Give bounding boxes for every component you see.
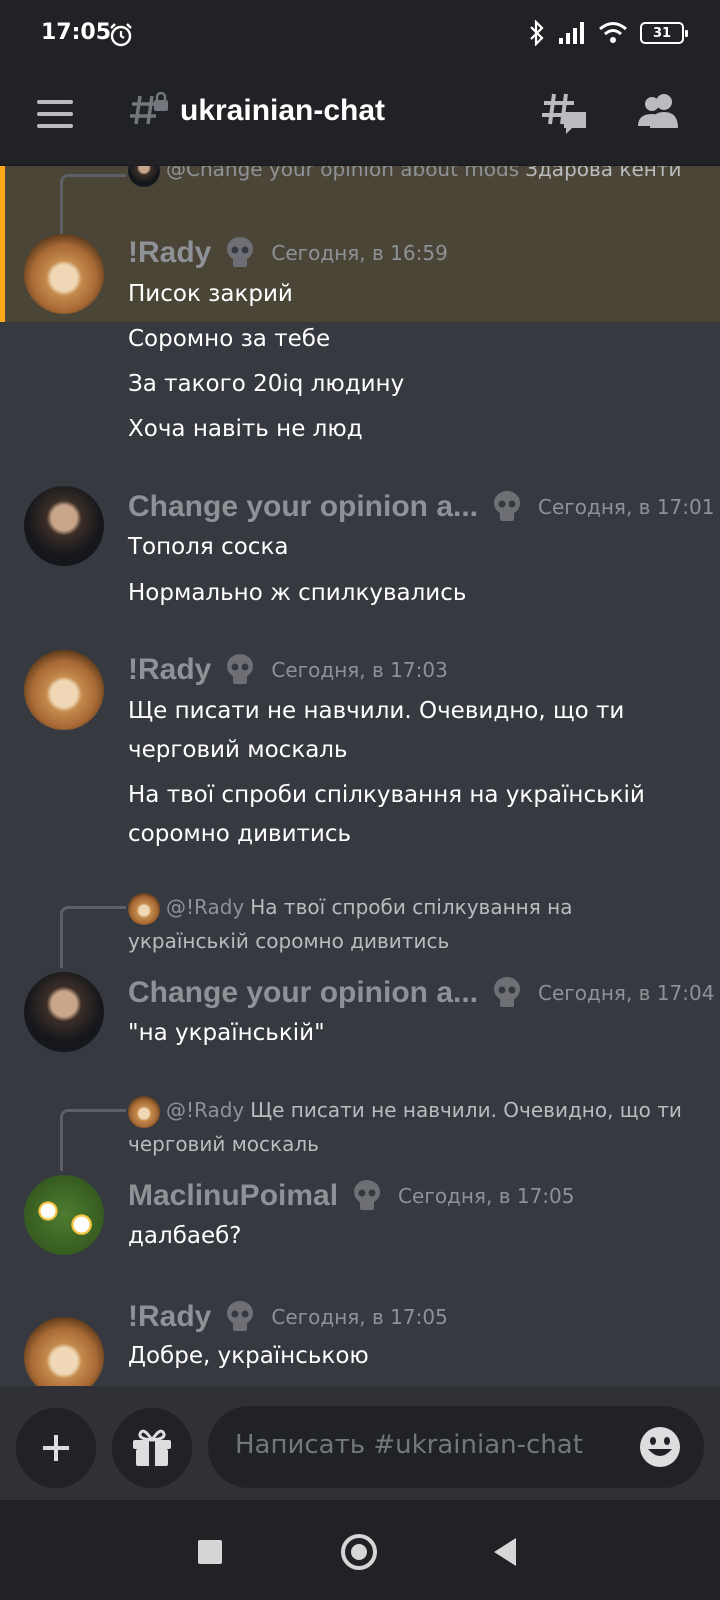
- message-header: Change your opinion a... Сегодня, в 17:0…: [128, 976, 714, 1010]
- username[interactable]: !Rady: [128, 653, 211, 687]
- avatar[interactable]: [24, 486, 104, 566]
- message-text: На твої спроби спілкування на українські…: [128, 782, 645, 847]
- reply-connector: [60, 174, 126, 234]
- gift-button[interactable]: [112, 1408, 192, 1488]
- message-header: Change your opinion a... Сегодня, в 17:0…: [128, 490, 714, 524]
- reply-connector: [60, 906, 126, 968]
- avatar: [128, 1095, 160, 1128]
- message-text: "на українській": [128, 1020, 325, 1046]
- add-attachment-button[interactable]: [16, 1408, 96, 1488]
- reply-preview[interactable]: @!Rady На твої спроби спілкування на укра…: [128, 891, 688, 958]
- skull-icon: [227, 1301, 254, 1331]
- skull-icon: [227, 237, 254, 267]
- message-text: Добре, українською: [128, 1343, 369, 1369]
- hamburger-icon[interactable]: [37, 100, 73, 128]
- avatar[interactable]: [24, 1175, 104, 1255]
- username[interactable]: !Rady: [128, 236, 211, 270]
- gift-icon: [133, 1429, 171, 1466]
- status-bar: 17:05 31: [0, 0, 720, 70]
- timestamp: Сегодня, в 17:05: [398, 1184, 575, 1208]
- timestamp: Сегодня, в 17:05: [271, 1305, 448, 1329]
- skull-icon: [227, 654, 254, 684]
- message-text: Нормально ж спилкувались: [128, 580, 467, 606]
- channel-header: ukrainian-chat: [0, 70, 720, 166]
- username[interactable]: !Rady: [128, 1300, 211, 1334]
- avatar[interactable]: [24, 234, 104, 314]
- message-header: !Rady Сегодня, в 16:59: [128, 236, 448, 270]
- message-header: MaclinuPoimal Сегодня, в 17:05: [128, 1179, 575, 1213]
- timestamp: Сегодня, в 16:59: [271, 241, 448, 265]
- message-text: Соромно за тебе: [128, 326, 331, 352]
- alarm-icon: [110, 23, 132, 47]
- status-time: 17:05: [41, 20, 112, 45]
- system-navigation-bar: [0, 1500, 720, 1600]
- reply-mention: @Change your opinion about mods: [166, 166, 520, 181]
- username[interactable]: Change your opinion a...: [128, 976, 478, 1010]
- avatar: [128, 892, 160, 925]
- bluetooth-icon: [530, 20, 544, 46]
- home-button[interactable]: [341, 1534, 377, 1570]
- message-text: далбаеб?: [128, 1223, 242, 1249]
- username[interactable]: MaclinuPoimal: [128, 1179, 338, 1213]
- plus-icon: [43, 1435, 69, 1461]
- reply-text: Здарова кенти: [525, 166, 682, 181]
- message-text: Хоча навіть не люд: [128, 416, 363, 442]
- message-list[interactable]: @Change your opinion about mods Здарова к…: [0, 166, 720, 1386]
- message-text: Ще писати не навчили. Очевидно, що ти че…: [128, 698, 625, 763]
- battery-level: 31: [652, 25, 672, 41]
- wifi-icon: [599, 22, 627, 43]
- reply-mention: @!Rady: [166, 1098, 245, 1122]
- message-input-placeholder: Написать #ukrainian-chat: [235, 1430, 583, 1460]
- username[interactable]: Change your opinion a...: [128, 490, 478, 524]
- emoji-icon[interactable]: [638, 1425, 682, 1469]
- back-button[interactable]: [494, 1538, 516, 1566]
- timestamp: Сегодня, в 17:03: [271, 658, 448, 682]
- avatar[interactable]: [24, 650, 104, 730]
- message-text: Тополя соска: [128, 534, 289, 560]
- threads-icon[interactable]: [542, 90, 588, 136]
- timestamp: Сегодня, в 17:04: [538, 981, 715, 1005]
- avatar[interactable]: [24, 972, 104, 1052]
- recents-button[interactable]: [198, 1540, 222, 1564]
- reply-connector: [60, 1109, 126, 1171]
- battery-indicator: 31: [640, 22, 688, 44]
- message-header: !Rady Сегодня, в 17:03: [128, 653, 448, 687]
- skull-icon: [354, 1180, 381, 1210]
- signal-icon: [559, 22, 584, 44]
- avatar: [128, 166, 160, 187]
- channel-name: ukrainian-chat: [180, 94, 386, 127]
- message-input[interactable]: Написать #ukrainian-chat: [208, 1406, 704, 1488]
- reply-mention: @!Rady: [166, 895, 245, 919]
- reply-preview[interactable]: @!Rady Ще писати не навчили. Очевидно, що…: [128, 1094, 688, 1161]
- locked-hash-icon: [130, 91, 168, 125]
- message-text: За такого 20iq людину: [128, 371, 405, 397]
- members-icon[interactable]: [638, 92, 680, 132]
- skull-icon: [494, 977, 521, 1007]
- message-text: Писок закрий: [128, 281, 293, 307]
- message-header: !Rady Сегодня, в 17:05: [128, 1300, 448, 1334]
- skull-icon: [494, 491, 521, 521]
- timestamp: Сегодня, в 17:01: [538, 495, 715, 519]
- message-composer: Написать #ukrainian-chat: [0, 1386, 720, 1500]
- reply-preview[interactable]: @Change your opinion about mods Здарова к…: [128, 166, 688, 187]
- avatar[interactable]: [24, 1317, 104, 1386]
